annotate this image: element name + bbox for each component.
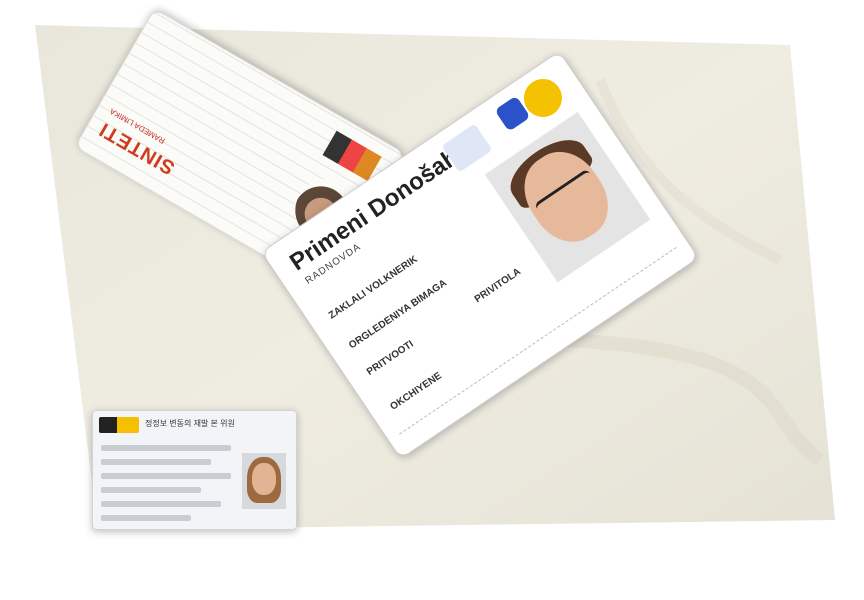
card-field: OKCHIYENE [388,370,444,413]
text-line [101,459,211,465]
text-line [101,487,201,493]
text-line [101,515,191,521]
text-line [101,501,221,507]
card-field: PRIVITOLA [472,266,523,306]
text-line [101,473,231,479]
flag-icon [99,417,139,433]
id-card-small: 정정보 변동의 재발 본 위원 [92,410,297,530]
face [252,463,276,495]
text-line [101,445,231,451]
card-field: PRITVOOTI [364,338,416,378]
card-header: 정정보 변동의 재발 본 위원 [145,419,235,428]
portrait-photo [242,453,286,509]
